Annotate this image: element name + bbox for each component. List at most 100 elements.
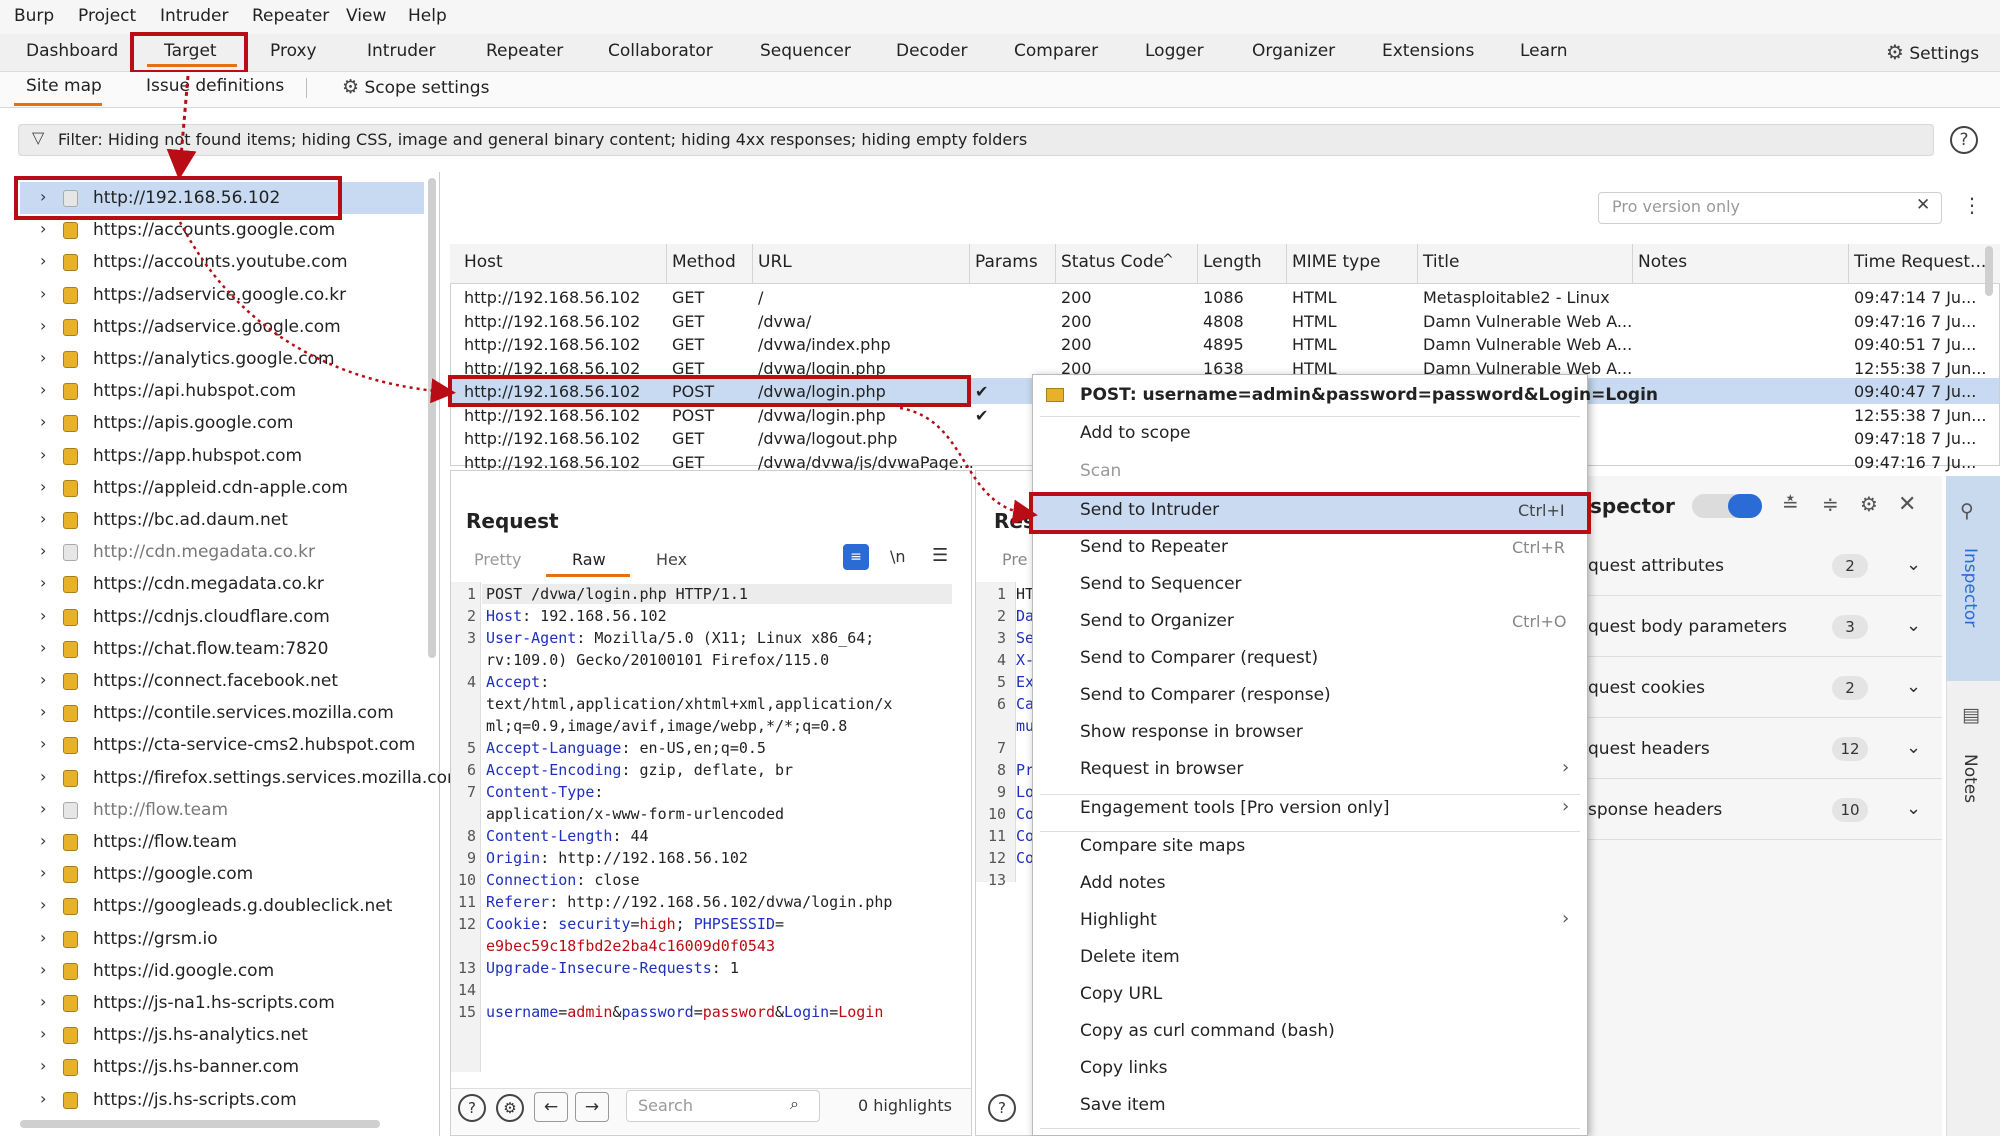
tree-item[interactable]: › https://js.hs-scripts.com [0, 1084, 430, 1116]
chevron-right-icon[interactable]: › [40, 348, 46, 367]
response-tab-pretty[interactable]: Pre [1002, 550, 1027, 569]
chevron-right-icon[interactable]: › [40, 992, 46, 1011]
column-divider[interactable] [1197, 244, 1198, 284]
chevron-right-icon[interactable]: › [40, 831, 46, 850]
column-header[interactable]: Status Code [1061, 252, 1164, 272]
menu-intruder[interactable]: Intruder [160, 6, 228, 26]
column-header[interactable]: Title [1423, 252, 1459, 272]
more-options-icon[interactable]: ⋮ [1962, 193, 1982, 217]
chevron-right-icon[interactable]: › [40, 638, 46, 657]
tree-item[interactable]: › https://bc.ad.daum.net [0, 504, 430, 536]
chevron-down-icon[interactable]: ⌄ [1906, 798, 1921, 819]
chevron-right-icon[interactable]: › [40, 928, 46, 947]
tree-item[interactable]: › https://chat.flow.team:7820 [0, 633, 430, 665]
tab-hex[interactable]: Hex [656, 550, 687, 569]
back-arrow-icon[interactable]: ← [534, 1092, 568, 1122]
chevron-right-icon[interactable]: › [40, 702, 46, 721]
tree-item[interactable]: › https://contile.services.mozilla.com [0, 697, 430, 729]
chevron-right-icon[interactable]: › [40, 799, 46, 818]
sidebar-inspector-label[interactable]: Inspector [1960, 548, 1980, 627]
column-divider[interactable] [666, 244, 667, 284]
tree-item[interactable]: › https://js-na1.hs-scripts.com [0, 987, 430, 1019]
menu-repeater[interactable]: Repeater [252, 6, 329, 26]
chevron-right-icon[interactable]: › [40, 767, 46, 786]
subtab-site-map[interactable]: Site map [26, 76, 102, 96]
chevron-right-icon[interactable]: › [40, 670, 46, 689]
tab-proxy[interactable]: Proxy [270, 41, 317, 61]
chevron-down-icon[interactable]: ⌄ [1906, 676, 1921, 697]
chevron-right-icon[interactable]: › [40, 219, 46, 238]
tree-item[interactable]: › https://adservice.google.com [0, 311, 430, 343]
tree-item[interactable]: › https://firefox.settings.services.mozil… [0, 762, 454, 794]
tab-repeater[interactable]: Repeater [486, 41, 563, 61]
column-divider[interactable] [1848, 244, 1849, 284]
chevron-right-icon[interactable]: › [40, 1024, 46, 1043]
sort-ascending-icon[interactable]: ^ [1162, 252, 1174, 268]
subtab-scope-settings[interactable]: ⚙ Scope settings [342, 76, 489, 98]
tab-logger[interactable]: Logger [1145, 41, 1204, 61]
column-header[interactable]: Notes [1638, 252, 1687, 272]
chevron-right-icon[interactable]: › [40, 509, 46, 528]
tab-sequencer[interactable]: Sequencer [760, 41, 851, 61]
chevron-right-icon[interactable]: › [40, 573, 46, 592]
tab-organizer[interactable]: Organizer [1252, 41, 1335, 61]
tab-pretty[interactable]: Pretty [474, 550, 521, 569]
forward-arrow-icon[interactable]: → [575, 1092, 609, 1122]
chevron-right-icon[interactable]: › [40, 284, 46, 303]
chevron-down-icon[interactable]: ⌄ [1906, 737, 1921, 758]
clear-icon[interactable]: ✕ [1916, 195, 1930, 215]
tree-item[interactable]: › https://adservice.google.co.kr [0, 279, 430, 311]
chevron-down-icon[interactable]: ⌄ [1906, 554, 1921, 575]
tab-collaborator[interactable]: Collaborator [608, 41, 713, 61]
chevron-right-icon[interactable]: › [40, 477, 46, 496]
chevron-right-icon[interactable]: › [40, 895, 46, 914]
column-divider[interactable] [1417, 244, 1418, 284]
column-divider[interactable] [1286, 244, 1287, 284]
column-header[interactable]: URL [758, 252, 792, 272]
help-icon[interactable]: ? [458, 1094, 486, 1122]
menu-help[interactable]: Help [408, 6, 447, 26]
chevron-down-icon[interactable]: ⌄ [1906, 615, 1921, 636]
tree-item[interactable]: › https://accounts.youtube.com [0, 246, 430, 278]
chevron-right-icon[interactable]: › [40, 960, 46, 979]
chevron-right-icon[interactable]: › [40, 412, 46, 431]
tab-decoder[interactable]: Decoder [896, 41, 968, 61]
chevron-right-icon[interactable]: › [40, 380, 46, 399]
chevron-right-icon[interactable]: › [40, 251, 46, 270]
chevron-right-icon[interactable]: › [40, 445, 46, 464]
gear-icon[interactable]: ⚙ [496, 1094, 524, 1122]
column-divider[interactable] [1632, 244, 1633, 284]
tab-learn[interactable]: Learn [1520, 41, 1568, 61]
newline-toggle[interactable]: \n [890, 547, 906, 566]
tree-item[interactable]: › https://appleid.cdn-apple.com [0, 472, 430, 504]
column-header[interactable]: Host [464, 252, 503, 272]
help-icon[interactable]: ? [988, 1094, 1016, 1122]
tree-item[interactable]: › https://analytics.google.com [0, 343, 430, 375]
chevron-right-icon[interactable]: › [40, 606, 46, 625]
tree-item[interactable]: › https://connect.facebook.net [0, 665, 430, 697]
tree-item[interactable]: › https://api.hubspot.com [0, 375, 430, 407]
menu-burp[interactable]: Burp [14, 6, 54, 26]
column-divider[interactable] [969, 244, 970, 284]
tree-item[interactable]: › https://cdnjs.cloudflare.com [0, 601, 430, 633]
chevron-right-icon[interactable]: › [40, 734, 46, 753]
chevron-right-icon[interactable]: › [40, 541, 46, 560]
tree-item[interactable]: › https://cdn.megadata.co.kr [0, 568, 430, 600]
tab-comparer[interactable]: Comparer [1014, 41, 1098, 61]
tree-item[interactable]: › https://grsm.io [0, 923, 430, 955]
subtab-issue-definitions[interactable]: Issue definitions [146, 76, 284, 96]
help-icon[interactable]: ? [1950, 126, 1978, 154]
chevron-right-icon[interactable]: › [40, 1089, 46, 1108]
tree-scrollbar[interactable] [428, 178, 436, 658]
table-scrollbar[interactable] [1985, 246, 1993, 296]
tree-item[interactable]: › https://apis.google.com [0, 407, 430, 439]
chevron-right-icon[interactable]: › [40, 1056, 46, 1075]
tree-item[interactable]: › https://js.hs-analytics.net [0, 1019, 430, 1051]
column-header[interactable]: Time Request... [1854, 252, 1986, 272]
tree-item[interactable]: › https://id.google.com [0, 955, 430, 987]
sidebar-notes-label[interactable]: Notes [1960, 754, 1980, 803]
tree-item[interactable]: › https://js.hs-banner.com [0, 1051, 430, 1083]
chevron-right-icon[interactable]: › [40, 863, 46, 882]
column-header[interactable]: Length [1203, 252, 1262, 272]
tree-item[interactable]: › http://cdn.megadata.co.kr [0, 536, 430, 568]
